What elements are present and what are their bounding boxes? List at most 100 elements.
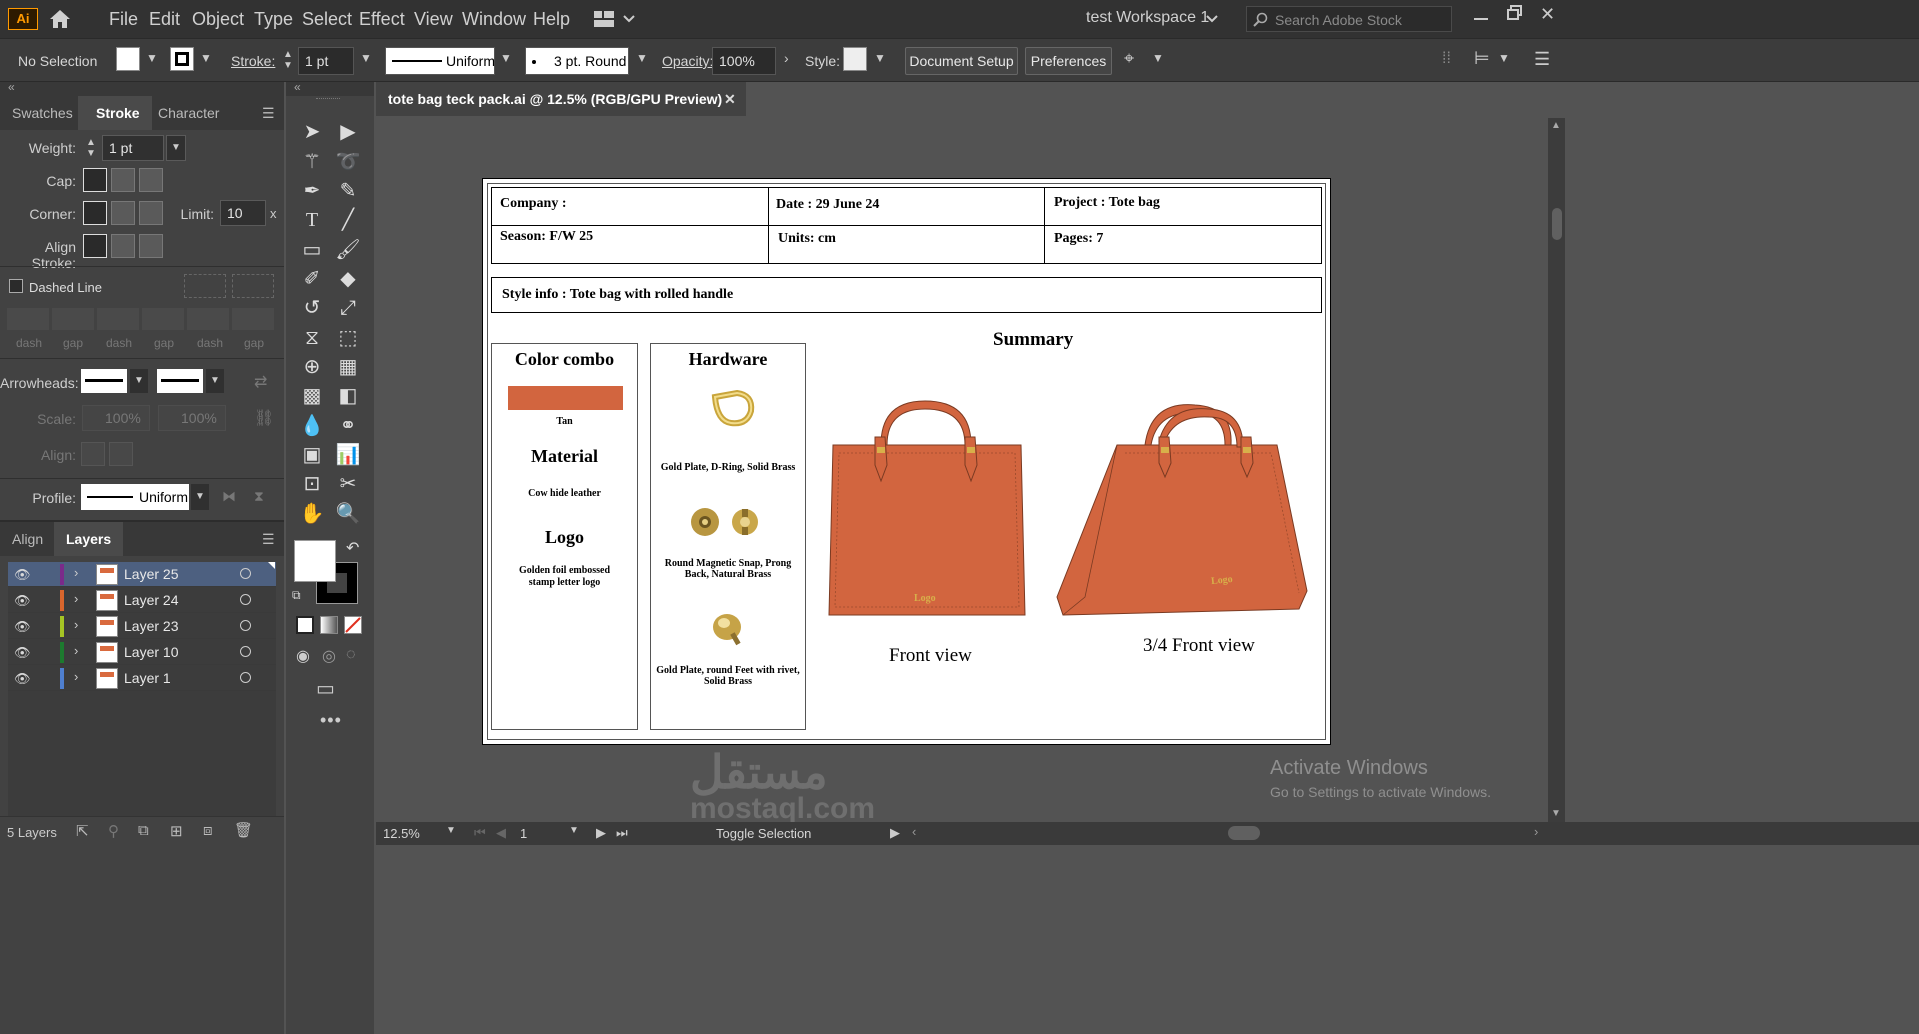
swap-colors-icon[interactable]: ↶ [346,538,359,558]
layer-name[interactable]: Layer 24 [124,592,178,608]
dash-field-3[interactable] [187,308,229,330]
menu-edit[interactable]: Edit [149,9,180,30]
end-arrowhead[interactable] [157,369,203,393]
visibility-eye-icon[interactable]: 👁 [14,567,31,583]
clipping-mask-icon[interactable]: ⧉ [138,822,149,839]
expand-chevron-icon[interactable]: › [74,617,78,632]
restore-icon[interactable] [1507,5,1523,21]
menu-help[interactable]: Help [533,9,570,30]
symbol-sprayer-icon[interactable]: ▣ [298,441,326,469]
type-tool-icon[interactable]: T [298,206,326,234]
artboard-number-field[interactable]: 1 [520,826,527,841]
chevron-down-icon[interactable] [1206,12,1218,27]
chevron-down-icon[interactable]: ▼ [1498,51,1510,65]
visibility-eye-icon[interactable]: 👁 [14,619,31,635]
opacity-field[interactable]: 100% [712,47,776,75]
dashed-line-checkbox[interactable] [9,279,23,293]
chevron-down-icon[interactable]: ▼ [446,825,456,836]
fill-color-swatch[interactable] [294,540,336,582]
arrange-documents-icon[interactable] [594,10,638,31]
line-tool-icon[interactable]: ╱ [334,206,362,234]
rectangle-tool-icon[interactable]: ▭ [298,236,326,264]
mesh-tool-icon[interactable]: ▩ [298,382,326,410]
minimize-icon[interactable] [1474,8,1488,22]
horizontal-scrollbar-thumb[interactable] [1228,826,1260,840]
projecting-cap-icon[interactable] [139,168,163,192]
layer-name[interactable]: Layer 10 [124,644,178,660]
paintbrush-icon[interactable]: 🖌 [334,236,362,264]
close-icon[interactable]: ✕ [724,82,736,116]
chevron-down-icon[interactable]: ▼ [200,51,212,65]
chevron-down-icon[interactable]: ▼ [500,51,512,65]
workspace-switcher[interactable]: test Workspace 1 [1086,9,1209,27]
opacity-label[interactable]: Opacity: [662,53,713,69]
start-arrowhead[interactable] [81,369,127,393]
tab-stroke[interactable]: Stroke [78,96,152,130]
target-circle-icon[interactable] [240,594,251,605]
scale-start-field[interactable]: 100% [82,405,150,431]
chevron-up-icon[interactable]: ▲ [1551,120,1561,131]
next-artboard-icon[interactable]: ▶ [596,825,606,841]
weight-field[interactable]: 1 pt [102,135,164,161]
new-layer-icon[interactable]: ⧈ [203,822,213,839]
document-setup-button[interactable]: Document Setup [905,47,1018,75]
chevron-down-icon[interactable]: ▼ [1152,51,1164,65]
scale-end-field[interactable]: 100% [158,405,226,431]
target-circle-icon[interactable] [240,568,251,579]
zoom-field[interactable]: 12.5% [383,826,420,841]
graphic-style-swatch[interactable] [843,47,867,71]
visibility-eye-icon[interactable]: 👁 [14,645,31,661]
menu-select[interactable]: Select [302,9,352,30]
tab-align[interactable]: Align [0,522,55,556]
scrollbar-thumb[interactable] [1552,208,1562,240]
gradient-tool-icon[interactable]: ◧ [334,382,362,410]
visibility-eye-icon[interactable]: 👁 [14,671,31,687]
chevron-down-icon[interactable]: ▼ [166,135,186,161]
butt-cap-icon[interactable] [83,168,107,192]
flip-along-icon[interactable]: ⧓ [222,488,236,505]
arrow-tip-place-icon[interactable] [109,442,133,466]
previous-artboard-icon[interactable]: ◀ [496,825,506,841]
transform-icon[interactable]: ⊨ [1474,48,1490,69]
chevron-down-icon[interactable]: ▼ [360,51,372,65]
export-icon[interactable]: ⇱ [76,822,89,840]
tab-character[interactable]: Character [146,96,231,130]
preferences-button[interactable]: Preferences [1025,47,1112,75]
slice-tool-icon[interactable]: ✂ [334,470,362,498]
chevron-right-icon[interactable]: › [784,50,789,66]
swap-arrowheads-icon[interactable]: ⇄ [254,372,267,392]
brush-definition[interactable]: 3 pt. Round [525,47,629,75]
preserve-dash-icon[interactable] [184,274,226,298]
stroke-swatch[interactable] [170,47,194,71]
screen-mode-icon[interactable]: ▭ [316,676,335,701]
draw-behind-icon[interactable]: ◎ [322,646,336,666]
collapse-icon[interactable]: « [8,80,15,94]
profile-dropdown[interactable]: Uniform [81,484,189,510]
draw-inside-icon[interactable]: ◌ [346,646,356,664]
color-mode-icon[interactable] [296,616,314,634]
width-tool-icon[interactable]: ⧖ [298,324,326,352]
panel-menu-icon[interactable]: ☰ [262,105,275,122]
expand-chevron-icon[interactable]: › [74,591,78,606]
align-inside-icon[interactable] [111,234,135,258]
direct-selection-tool-icon[interactable]: ▶ [334,118,362,146]
chevron-down-icon[interactable]: ▼ [206,369,224,393]
expand-chevron-icon[interactable]: › [74,565,78,580]
pen-tool-icon[interactable]: ✒ [298,177,326,205]
round-cap-icon[interactable] [111,168,135,192]
layer-name[interactable]: Layer 23 [124,618,178,634]
magic-wand-icon[interactable]: ⚚ [298,148,326,176]
menu-type[interactable]: Type [254,9,293,30]
last-artboard-icon[interactable]: ⏭ [616,825,628,841]
align-outside-icon[interactable] [139,234,163,258]
lasso-icon[interactable]: ➰ [334,148,362,176]
status-display[interactable]: Toggle Selection [716,826,811,841]
chevron-down-icon[interactable]: ▼ [1551,808,1561,819]
expand-chevron-icon[interactable]: › [74,643,78,658]
first-artboard-icon[interactable]: ⏮ [474,825,486,841]
status-menu-icon[interactable]: ▶ [890,825,900,841]
shaper-tool-icon[interactable]: ✐ [298,265,326,293]
bevel-join-icon[interactable] [139,201,163,225]
eraser-icon[interactable]: ◆ [334,265,362,293]
layer-row[interactable]: 👁 › Layer 24 [8,588,276,613]
